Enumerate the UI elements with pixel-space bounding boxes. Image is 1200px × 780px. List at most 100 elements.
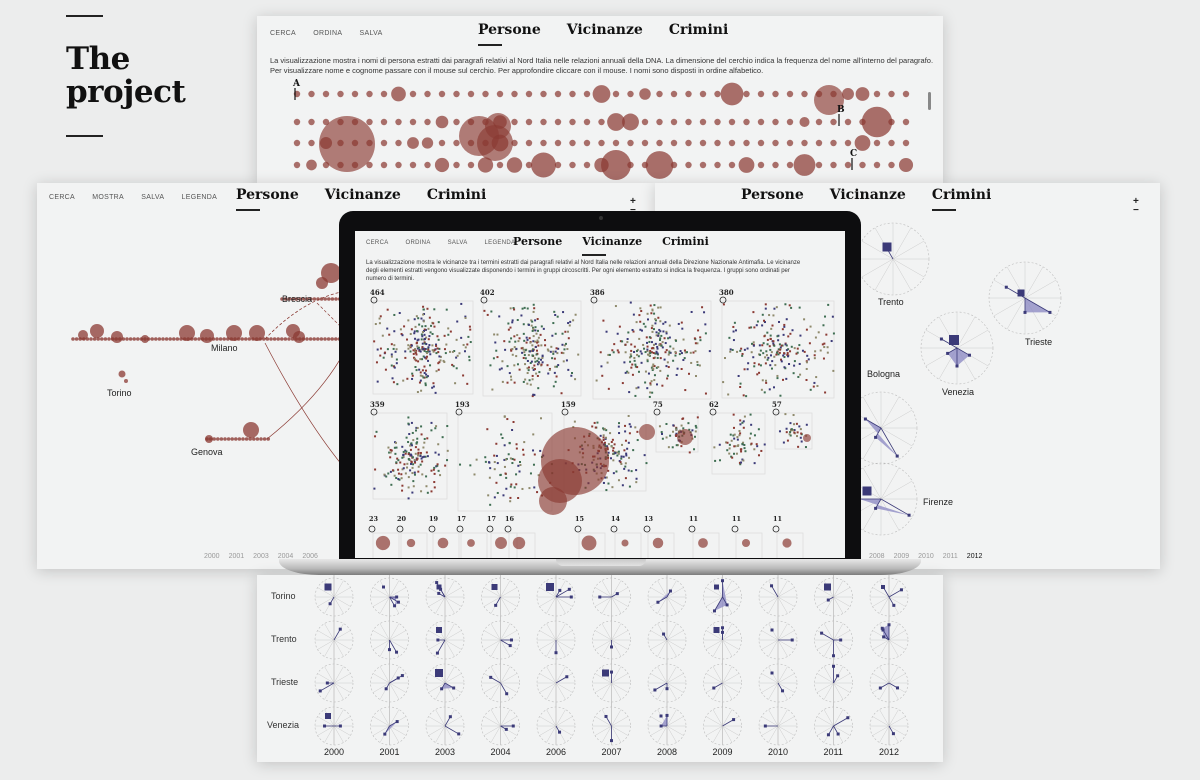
expand-icon: [504, 525, 512, 533]
term-marker: [653, 304, 656, 307]
term-marker: [687, 422, 690, 425]
year-2011[interactable]: 2011: [943, 553, 958, 560]
name-bubble: [855, 87, 870, 101]
term-marker: [591, 425, 594, 428]
term-marker: [762, 342, 765, 345]
term-marker: [805, 328, 808, 331]
year-2012[interactable]: 2012: [967, 553, 983, 560]
term-marker: [746, 368, 749, 371]
radar-small-multiples[interactable]: [257, 575, 943, 762]
term-marker: [374, 468, 377, 471]
city-bubble: [249, 325, 265, 341]
year-2000[interactable]: 2000: [204, 553, 220, 560]
term-marker: [649, 349, 652, 352]
term-marker: [414, 337, 417, 340]
radar-marker: [440, 687, 444, 691]
term-marker: [414, 325, 417, 328]
term-marker: [496, 491, 499, 494]
term-marker: [417, 448, 420, 451]
scrollbar[interactable]: [928, 92, 931, 110]
term-marker: [509, 326, 512, 329]
term-marker: [637, 355, 640, 358]
timeline-dot: [150, 337, 154, 341]
timeline-dot: [280, 337, 284, 341]
name-bubble: [815, 161, 823, 169]
term-marker: [675, 444, 678, 447]
year-2003[interactable]: 2003: [253, 553, 269, 560]
term-marker: [412, 463, 415, 466]
expand-icon: [772, 408, 780, 416]
term-marker: [650, 341, 653, 344]
term-marker: [623, 449, 626, 452]
term-marker: [831, 315, 834, 318]
term-marker: [535, 353, 538, 356]
term-marker: [410, 460, 413, 463]
term-marker: [718, 443, 721, 446]
term-marker: [426, 455, 429, 458]
term-marker: [428, 344, 431, 347]
term-marker: [378, 317, 381, 320]
term-marker: [534, 326, 537, 329]
term-marker: [822, 324, 825, 327]
proximity-clusters[interactable]: 464 402 386 380359 193 159 75 62 5723 20 19 17 17 16 1…: [355, 231, 845, 558]
term-marker: [411, 472, 414, 475]
name-bubble: [592, 85, 611, 103]
term-marker: [782, 441, 785, 444]
zoom-out-button[interactable]: −: [1133, 206, 1139, 216]
term-marker: [510, 337, 513, 340]
term-marker: [417, 452, 420, 455]
term-marker: [495, 442, 498, 445]
term-marker: [752, 356, 755, 359]
radar-marker: [452, 686, 456, 690]
radar-marker: [558, 730, 562, 734]
term-marker: [390, 343, 393, 346]
term-marker: [422, 313, 425, 316]
radar-marker: [569, 595, 573, 599]
letter-marker: B: [837, 105, 845, 115]
term-marker: [424, 382, 427, 385]
timeline-dot: [234, 437, 238, 441]
term-marker: [612, 459, 615, 462]
timeline-dot: [215, 337, 219, 341]
term-marker: [539, 449, 542, 452]
term-marker: [740, 461, 743, 464]
term-marker: [672, 359, 675, 362]
term-marker: [805, 367, 808, 370]
term-marker: [787, 335, 790, 338]
term-marker: [417, 465, 420, 468]
year-2001[interactable]: 2001: [229, 553, 245, 560]
name-bubbles[interactable]: ABC: [257, 16, 943, 186]
term-marker: [780, 344, 783, 347]
expand-icon: [731, 525, 739, 533]
term-marker: [633, 356, 636, 359]
term-marker: [483, 309, 486, 312]
radar-square: [824, 583, 831, 591]
radar-marker: [955, 364, 959, 368]
term-marker: [404, 356, 407, 359]
city-label-trieste: Trieste: [1025, 337, 1053, 347]
term-marker: [407, 453, 410, 456]
term-marker: [427, 338, 430, 341]
term-marker: [434, 391, 437, 394]
term-marker: [404, 472, 407, 475]
term-marker: [393, 313, 396, 316]
term-marker: [536, 374, 539, 377]
term-marker: [762, 352, 765, 355]
term-marker: [646, 345, 649, 348]
term-marker: [630, 343, 633, 346]
term-marker: [410, 462, 413, 465]
cluster-count: 159: [561, 400, 576, 409]
term-marker: [602, 481, 605, 484]
term-marker: [814, 336, 817, 339]
term-marker: [697, 329, 700, 332]
term-marker: [537, 387, 540, 390]
term-marker: [429, 364, 432, 367]
expand-icon: [480, 296, 488, 304]
term-marker: [424, 325, 427, 328]
term-marker: [752, 344, 755, 347]
name-bubble: [859, 161, 866, 169]
term-marker: [423, 365, 426, 368]
term-marker: [486, 428, 489, 431]
term-marker: [636, 439, 639, 442]
timeline-dot: [161, 337, 165, 341]
